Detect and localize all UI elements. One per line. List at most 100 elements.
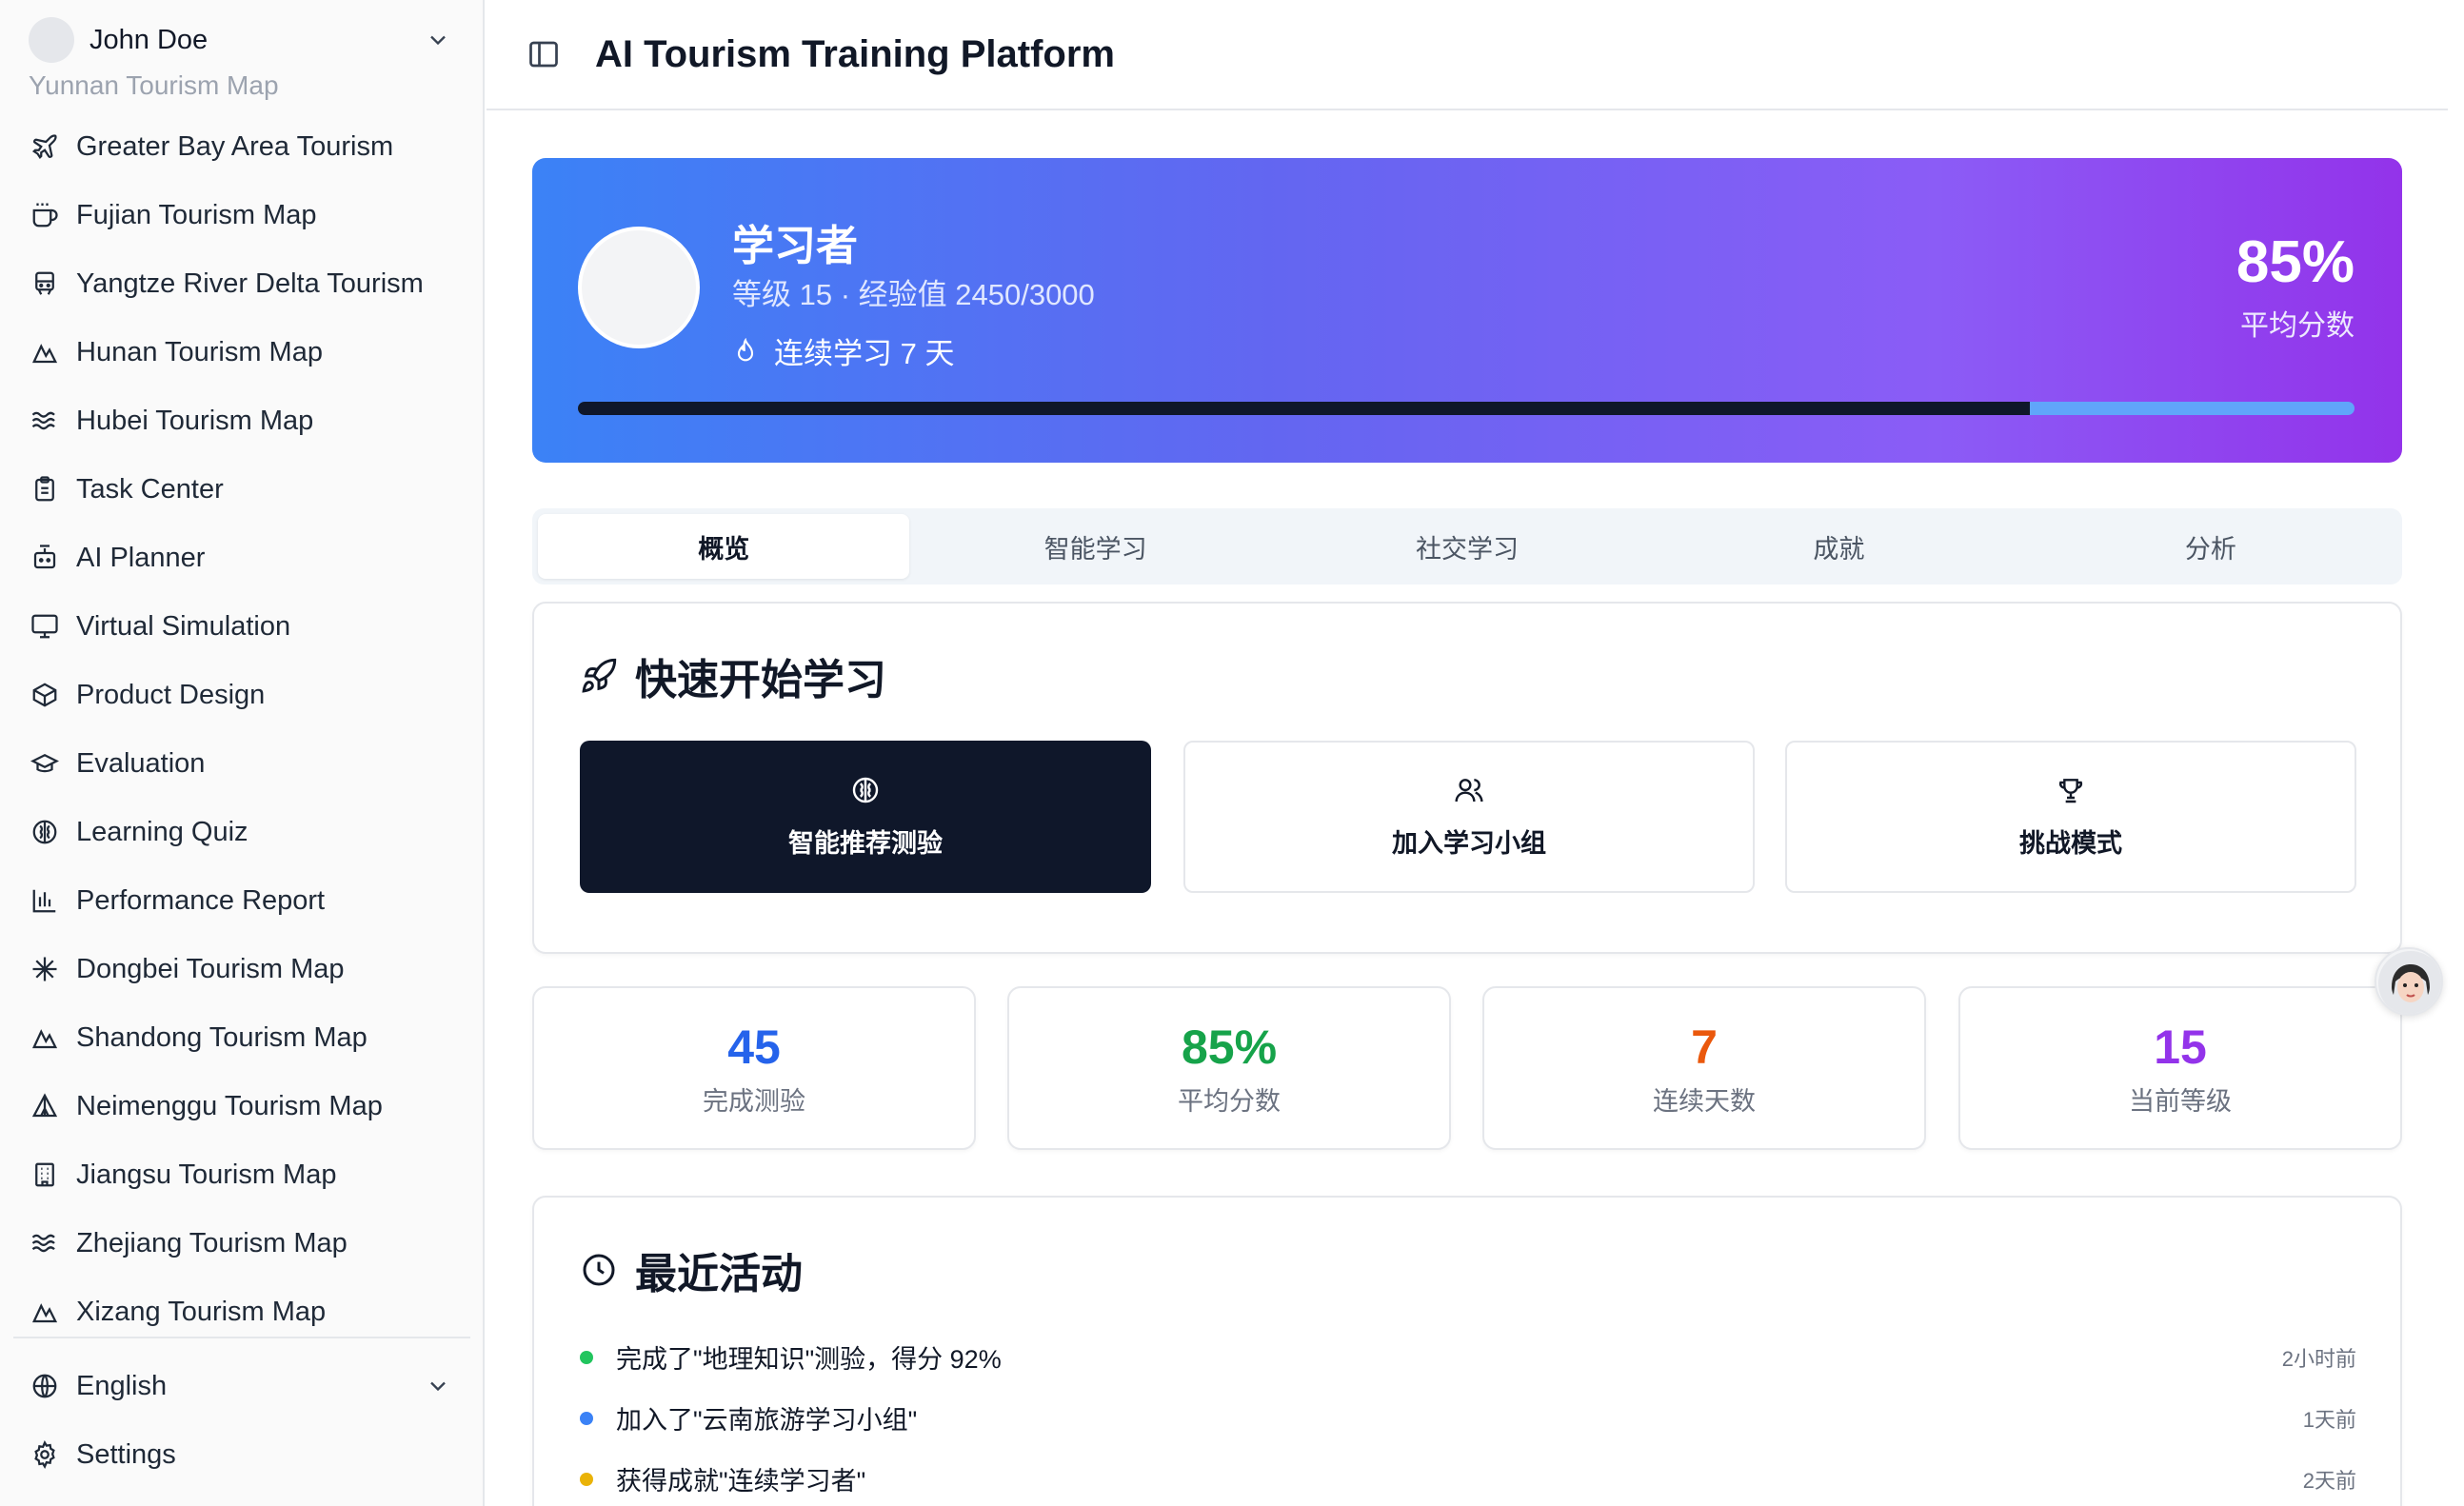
chevron-down-icon	[430, 1381, 446, 1392]
stat-card-streak-days: 7 连续天数	[1482, 986, 1926, 1150]
activity-time: 2小时前	[2281, 1346, 2356, 1371]
sidebar-item-hubei[interactable]: Hubei Tourism Map	[13, 386, 467, 455]
sidebar-item-greater-bay-area[interactable]: Greater Bay Area Tourism	[13, 112, 467, 181]
profile-name: 学习者	[732, 223, 858, 269]
card-heading: 最近活动	[635, 1251, 803, 1298]
sidebar-item-label: Shandong Tourism Map	[76, 1021, 368, 1053]
assistant-avatar-button[interactable]	[2375, 947, 2443, 1016]
user-menu[interactable]: John Doe	[13, 11, 467, 69]
activity-text: 加入了"云南旅游学习小组"	[616, 1406, 918, 1435]
mountain-icon	[29, 336, 61, 368]
tab-smart-learning[interactable]: 智能学习	[909, 514, 1281, 579]
main-content: 学习者 等级 15 · 经验值 2450/3000 连续学习 7 天 85% 平…	[487, 110, 2448, 1506]
stat-value: 15	[2154, 1020, 2207, 1074]
sidebar-item-performance-report[interactable]: Performance Report	[13, 866, 467, 935]
quick-start-title: 快速开始学习	[580, 645, 886, 706]
sidebar-item-neimenggu[interactable]: Neimenggu Tourism Map	[13, 1072, 467, 1140]
sidebar-item-jiangsu[interactable]: Jiangsu Tourism Map	[13, 1140, 467, 1209]
trophy-icon	[2058, 778, 2083, 803]
sidebar-item-hunan[interactable]: Hunan Tourism Map	[13, 318, 467, 386]
sidebar-item-fujian[interactable]: Fujian Tourism Map	[13, 181, 467, 249]
top-header: AI Tourism Training Platform	[487, 0, 2448, 110]
sidebar-item-xizang[interactable]: Xizang Tourism Map	[13, 1278, 467, 1333]
activity-item: 完成了"地理知识"测验，得分 92% 2小时前	[580, 1338, 2356, 1376]
tab-achievements[interactable]: 成就	[1653, 514, 2024, 579]
experience-progress-fill	[578, 402, 2030, 415]
sidebar-item-learning-quiz[interactable]: Learning Quiz	[13, 798, 467, 866]
sidebar-item-product-design[interactable]: Product Design	[13, 661, 467, 729]
plane-icon	[29, 130, 61, 163]
sidebar-item-label: Virtual Simulation	[76, 610, 291, 642]
sidebar-item-label: Yangtze River Delta Tourism	[76, 268, 424, 299]
button-label: 加入学习小组	[1392, 828, 1546, 858]
bot-icon	[29, 542, 61, 574]
user-name: John Doe	[89, 24, 209, 55]
tab-bar: 概览 智能学习 社交学习 成就 分析	[532, 508, 2402, 585]
profile-avatar	[578, 227, 700, 348]
sidebar-item-yangtze[interactable]: Yangtze River Delta Tourism	[13, 249, 467, 318]
sidebar-item-label: Xizang Tourism Map	[76, 1296, 327, 1327]
sidebar-item-task-center[interactable]: Task Center	[13, 455, 467, 524]
sidebar-item-label: Jiangsu Tourism Map	[76, 1159, 337, 1190]
globe-icon	[29, 1370, 61, 1402]
score-value: 85%	[2235, 229, 2355, 295]
flame-icon	[737, 337, 754, 361]
profile-score: 85% 平均分数	[2236, 228, 2355, 344]
mountain-icon	[29, 1021, 61, 1054]
sidebar-toggle-icon[interactable]	[527, 37, 561, 71]
sidebar-item-ai-planner[interactable]: AI Planner	[13, 524, 467, 592]
sidebar-item-label: Learning Quiz	[76, 816, 248, 847]
clock-icon	[583, 1254, 615, 1286]
activity-time: 2天前	[2302, 1468, 2356, 1493]
settings-link[interactable]: Settings	[13, 1420, 467, 1489]
language-selector[interactable]: English	[13, 1352, 467, 1420]
sidebar-item-dongbei[interactable]: Dongbei Tourism Map	[13, 935, 467, 1003]
tab-analytics[interactable]: 分析	[2025, 514, 2396, 579]
sidebar-divider	[13, 1337, 470, 1338]
tab-overview[interactable]: 概览	[538, 514, 910, 579]
graduation-cap-icon	[29, 747, 61, 780]
stat-value: 85%	[1181, 1020, 1278, 1074]
activity-text: 获得成就"连续学习者"	[616, 1467, 866, 1496]
users-icon	[1455, 778, 1483, 802]
sidebar-item-label: Evaluation	[76, 747, 206, 779]
page-title: AI Tourism Training Platform	[595, 32, 1115, 75]
activity-item: 加入了"云南旅游学习小组" 1天前	[580, 1399, 2356, 1437]
sidebar-item-label: Hunan Tourism Map	[76, 336, 323, 367]
stat-label: 连续天数	[1653, 1086, 1756, 1116]
snowflake-icon	[29, 953, 61, 985]
sidebar-nav[interactable]: Yunnan Tourism Map Greater Bay Area Tour…	[0, 74, 485, 1333]
profile-banner: 学习者 等级 15 · 经验值 2450/3000 连续学习 7 天 85% 平…	[532, 158, 2402, 463]
building-icon	[29, 1159, 61, 1191]
sidebar-item-virtual-simulation[interactable]: Virtual Simulation	[13, 592, 467, 661]
activity-item: 获得成就"连续学习者" 2天前	[580, 1460, 2356, 1497]
avatar	[29, 17, 74, 63]
sidebar-item-label: Neimenggu Tourism Map	[76, 1090, 383, 1121]
sidebar-item-partial[interactable]: Yunnan Tourism Map	[29, 74, 279, 101]
join-group-button[interactable]: 加入学习小组	[1183, 741, 1755, 893]
gear-icon	[29, 1438, 61, 1471]
tab-social-learning[interactable]: 社交学习	[1282, 514, 1653, 579]
stat-card-current-level: 15 当前等级	[1958, 986, 2402, 1150]
score-label: 平均分数	[2240, 310, 2355, 342]
stat-card-average-score: 85% 平均分数	[1007, 986, 1451, 1150]
sidebar-item-evaluation[interactable]: Evaluation	[13, 729, 467, 798]
experience-progress-bar	[578, 402, 2355, 415]
activity-text: 完成了"地理知识"测验，得分 92%	[616, 1345, 1002, 1374]
challenge-mode-button[interactable]: 挑战模式	[1785, 741, 2356, 893]
sidebar-item-label: Dongbei Tourism Map	[76, 953, 345, 984]
smart-quiz-button[interactable]: 智能推荐测验	[580, 741, 1151, 893]
card-heading: 快速开始学习	[635, 657, 886, 703]
button-label: 智能推荐测验	[788, 828, 943, 858]
sidebar-item-label: Product Design	[76, 679, 266, 710]
profile-level: 等级 15 · 经验值 2450/3000	[732, 278, 1095, 311]
stat-card-quizzes: 45 完成测验	[532, 986, 976, 1150]
sidebar-item-label: Task Center	[76, 473, 224, 505]
sidebar-item-shandong[interactable]: Shandong Tourism Map	[13, 1003, 467, 1072]
sidebar-item-zhejiang[interactable]: Zhejiang Tourism Map	[13, 1209, 467, 1278]
waves-icon	[29, 1227, 61, 1259]
profile-streak: 连续学习 7 天	[732, 329, 954, 372]
sidebar: John Doe Yunnan Tourism Map Greater Bay …	[0, 0, 485, 1506]
bar-chart-icon	[29, 884, 61, 917]
stat-label: 当前等级	[2129, 1086, 2232, 1116]
